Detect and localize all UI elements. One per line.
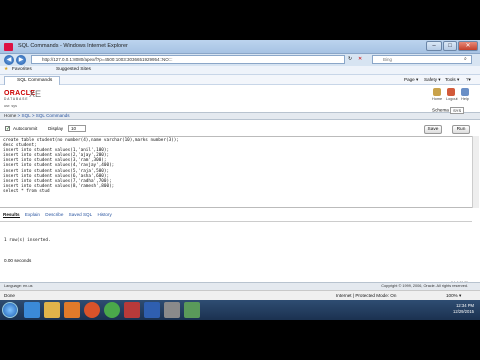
page-content: ORACLE DATABASE XE usr: sys Home Logout … — [0, 85, 480, 290]
command-bar: SQL Commands Page ▾ Safety ▾ Tools ▾ ?▾ — [0, 75, 480, 85]
chrome-taskbar-icon[interactable] — [104, 302, 120, 318]
window-titlebar: SQL Commands - Windows Internet Explorer… — [0, 40, 480, 54]
language-label: Language: en-us — [4, 284, 33, 288]
explorer-taskbar-icon[interactable] — [44, 302, 60, 318]
security-zone: Internet | Protected Mode: On — [336, 293, 397, 298]
save-button[interactable]: Save — [424, 125, 442, 134]
word-taskbar-icon[interactable] — [144, 302, 160, 318]
sql-editor[interactable]: create table student(no number(4),name v… — [0, 136, 472, 208]
tab-sql-commands[interactable]: SQL Commands — [4, 76, 60, 85]
result-tabs: Results Explain Describe Saved SQL Histo… — [3, 212, 116, 220]
run-button[interactable]: Run — [452, 125, 470, 134]
page-menu[interactable]: Page ▾ — [404, 77, 418, 83]
logout-link[interactable]: Logout — [446, 88, 458, 101]
schema-selector: Schema SYS — [432, 107, 465, 114]
logout-label: Logout — [446, 97, 458, 101]
page-footer: Language: en-us Copyright © 1999, 2006, … — [0, 282, 480, 290]
maximize-button[interactable]: □ — [443, 41, 457, 51]
network-taskbar-icon[interactable] — [184, 302, 200, 318]
tab-history[interactable]: History — [97, 212, 111, 217]
breadcrumb: Home > SQL > SQL Commands — [0, 112, 480, 120]
editor-scrollbar[interactable] — [472, 136, 479, 208]
tab-explain[interactable]: Explain — [25, 212, 40, 217]
ie-icon — [4, 43, 13, 51]
home-label: Home — [432, 97, 443, 101]
favorites-button[interactable]: Favorites — [12, 67, 32, 72]
clock-date: 12/29/2015 — [453, 309, 474, 314]
back-icon[interactable]: ◀ — [4, 55, 14, 65]
tab-results[interactable]: Results — [3, 212, 20, 218]
start-button[interactable] — [2, 302, 18, 318]
logout-icon — [447, 88, 455, 96]
result-message: 1 row(s) inserted. — [4, 238, 51, 243]
schema-select[interactable]: SYS — [450, 107, 465, 114]
editor-toolbar: ✓ Autocommit Display 10 Save Run — [0, 123, 480, 135]
help-icon — [461, 88, 469, 96]
forward-icon[interactable]: ▶ — [16, 55, 26, 65]
database-subtitle: DATABASE — [4, 97, 29, 101]
results-panel: 1 row(s) inserted. 0.00 seconds — [0, 221, 472, 279]
suggested-sites-link[interactable]: Suggested Sites — [56, 67, 91, 72]
system-clock[interactable]: 12:34 PM 12/29/2015 — [453, 303, 474, 315]
app-taskbar-icon[interactable] — [124, 302, 140, 318]
tools-menu[interactable]: Tools ▾ — [445, 77, 459, 83]
zoom-control[interactable]: 100% ▾ — [446, 293, 461, 299]
xe-label: XE — [29, 89, 42, 99]
settings-taskbar-icon[interactable] — [164, 302, 180, 318]
autocommit-label: Autocommit — [13, 126, 38, 131]
refresh-icon[interactable]: ↻ — [348, 56, 352, 62]
breadcrumb-current: SQL Commands — [35, 113, 70, 118]
firefox-taskbar-icon[interactable] — [84, 302, 100, 318]
home-icon — [433, 88, 441, 96]
breadcrumb-sql[interactable]: SQL — [22, 113, 31, 118]
tab-describe[interactable]: Describe — [45, 212, 63, 217]
tab-saved-sql[interactable]: Saved SQL — [69, 212, 93, 217]
safety-menu[interactable]: Safety ▾ — [424, 77, 441, 83]
display-label: Display — [48, 126, 64, 131]
help-menu[interactable]: ?▾ — [466, 77, 471, 83]
window-title: SQL Commands - Windows Internet Explorer — [18, 43, 128, 49]
result-time: 0.00 seconds — [4, 258, 32, 263]
ie-taskbar-icon[interactable] — [24, 302, 40, 318]
close-button[interactable]: ✕ — [458, 41, 478, 51]
copyright-label: Copyright © 1999, 2006, Oracle. All righ… — [381, 284, 468, 288]
display-rows-select[interactable]: 10 — [68, 125, 86, 132]
help-link[interactable]: Help — [460, 88, 470, 101]
search-icon[interactable]: ⌕ — [464, 56, 467, 62]
taskbar: 12:34 PM 12/29/2015 — [0, 300, 480, 320]
autocommit-checkbox[interactable]: ✓ — [5, 126, 10, 132]
status-bar: Done Internet | Protected Mode: On 100% … — [0, 290, 480, 300]
url-input[interactable]: http://127.0.0.1:8080/apex/f?p=4500:1003… — [31, 55, 345, 64]
stop-icon[interactable]: ✕ — [358, 56, 362, 62]
screen: SQL Commands - Windows Internet Explorer… — [0, 0, 480, 360]
search-input[interactable]: Bing — [372, 55, 472, 64]
star-icon: ★ — [4, 67, 9, 72]
favorites-bar: ★ Favorites Suggested Sites — [0, 66, 480, 75]
breadcrumb-home[interactable]: Home — [4, 113, 16, 118]
schema-label: Schema — [432, 107, 449, 113]
home-link[interactable]: Home — [432, 88, 442, 101]
help-label: Help — [461, 97, 469, 101]
media-player-taskbar-icon[interactable] — [64, 302, 80, 318]
minimize-button[interactable]: – — [426, 41, 442, 51]
status-text: Done — [4, 293, 15, 298]
user-label: usr: sys — [4, 104, 18, 108]
address-bar: ◀ ▶ http://127.0.0.1:8080/apex/f?p=4500:… — [0, 54, 480, 66]
